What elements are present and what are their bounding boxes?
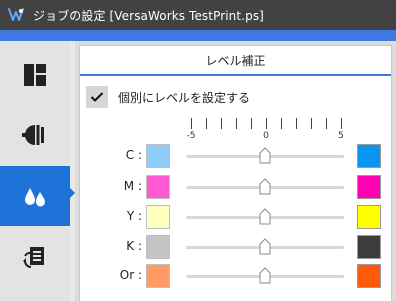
light-color-swatch	[146, 175, 170, 199]
slider-thumb[interactable]	[259, 208, 271, 225]
scale-tick	[206, 118, 207, 129]
scale-tick	[326, 118, 327, 129]
scale-tick	[341, 118, 342, 129]
dark-color-swatch	[357, 144, 381, 168]
channel-label: K :	[126, 239, 142, 253]
individual-level-checkbox[interactable]	[86, 86, 108, 108]
panel-title: レベル補正	[80, 46, 391, 76]
channel-row-yellow: Y :	[80, 204, 393, 230]
versaworks-logo-icon	[8, 8, 24, 21]
color-management-icon	[22, 125, 44, 145]
scale-tick	[296, 118, 297, 129]
scale-tick	[236, 118, 237, 129]
scale-tick	[266, 118, 267, 129]
channel-label: M :	[123, 179, 142, 193]
sidebar-item-ink[interactable]	[0, 166, 70, 226]
channel-label: C :	[125, 148, 142, 162]
light-color-swatch	[146, 235, 170, 259]
slider-thumb[interactable]	[259, 147, 271, 164]
accent-bar	[0, 30, 396, 41]
sidebar-item-color-management[interactable]	[0, 105, 70, 165]
channel-row-black: K :	[80, 234, 393, 260]
channel-label: Y :	[126, 209, 142, 223]
cyan-level-slider[interactable]	[186, 147, 344, 165]
scale-tick	[251, 118, 252, 129]
slider-thumb[interactable]	[259, 267, 271, 284]
checkmark-icon	[90, 92, 104, 102]
dark-color-swatch	[357, 205, 381, 229]
light-color-swatch	[146, 144, 170, 168]
scale-label-max: 5	[338, 131, 344, 141]
window-title: ジョブの設定 [VersaWorks TestPrint.ps]	[33, 8, 264, 23]
channel-row-magenta: M :	[80, 174, 393, 200]
scale-tick	[191, 118, 192, 129]
sidebar	[0, 41, 70, 301]
level-scale: -5 0 5	[185, 118, 345, 144]
scale-tick	[281, 118, 282, 129]
dark-color-swatch	[357, 175, 381, 199]
scale-label-zero: 0	[263, 131, 269, 141]
scale-tick	[221, 118, 222, 129]
slider-thumb[interactable]	[259, 238, 271, 255]
scale-tick	[311, 118, 312, 129]
sidebar-item-layout[interactable]	[0, 45, 70, 105]
channel-row-cyan: C :	[80, 143, 393, 169]
sidebar-item-print-settings[interactable]	[0, 227, 70, 287]
individual-level-option[interactable]: 個別にレベルを設定する	[86, 86, 250, 108]
black-level-slider[interactable]	[186, 238, 344, 256]
level-correction-panel: レベル補正 個別にレベルを設定する -5 0 5 C : M: Y: K:…	[79, 45, 392, 301]
layout-icon	[24, 64, 46, 86]
title-bar: ジョブの設定 [VersaWorks TestPrint.ps]	[0, 0, 396, 30]
channel-label: Or :	[119, 268, 142, 282]
slider-thumb[interactable]	[259, 178, 271, 195]
print-settings-icon	[23, 247, 44, 268]
yellow-level-slider[interactable]	[186, 208, 344, 226]
ink-drops-icon	[25, 188, 45, 207]
dark-color-swatch	[357, 235, 381, 259]
scale-label-min: -5	[186, 131, 196, 141]
light-color-swatch	[146, 205, 170, 229]
magenta-level-slider[interactable]	[186, 178, 344, 196]
light-color-swatch	[146, 264, 170, 288]
channel-row-orange: Or :	[80, 263, 393, 289]
orange-level-slider[interactable]	[186, 267, 344, 285]
dark-color-swatch	[357, 264, 381, 288]
individual-level-label: 個別にレベルを設定する	[118, 90, 251, 105]
